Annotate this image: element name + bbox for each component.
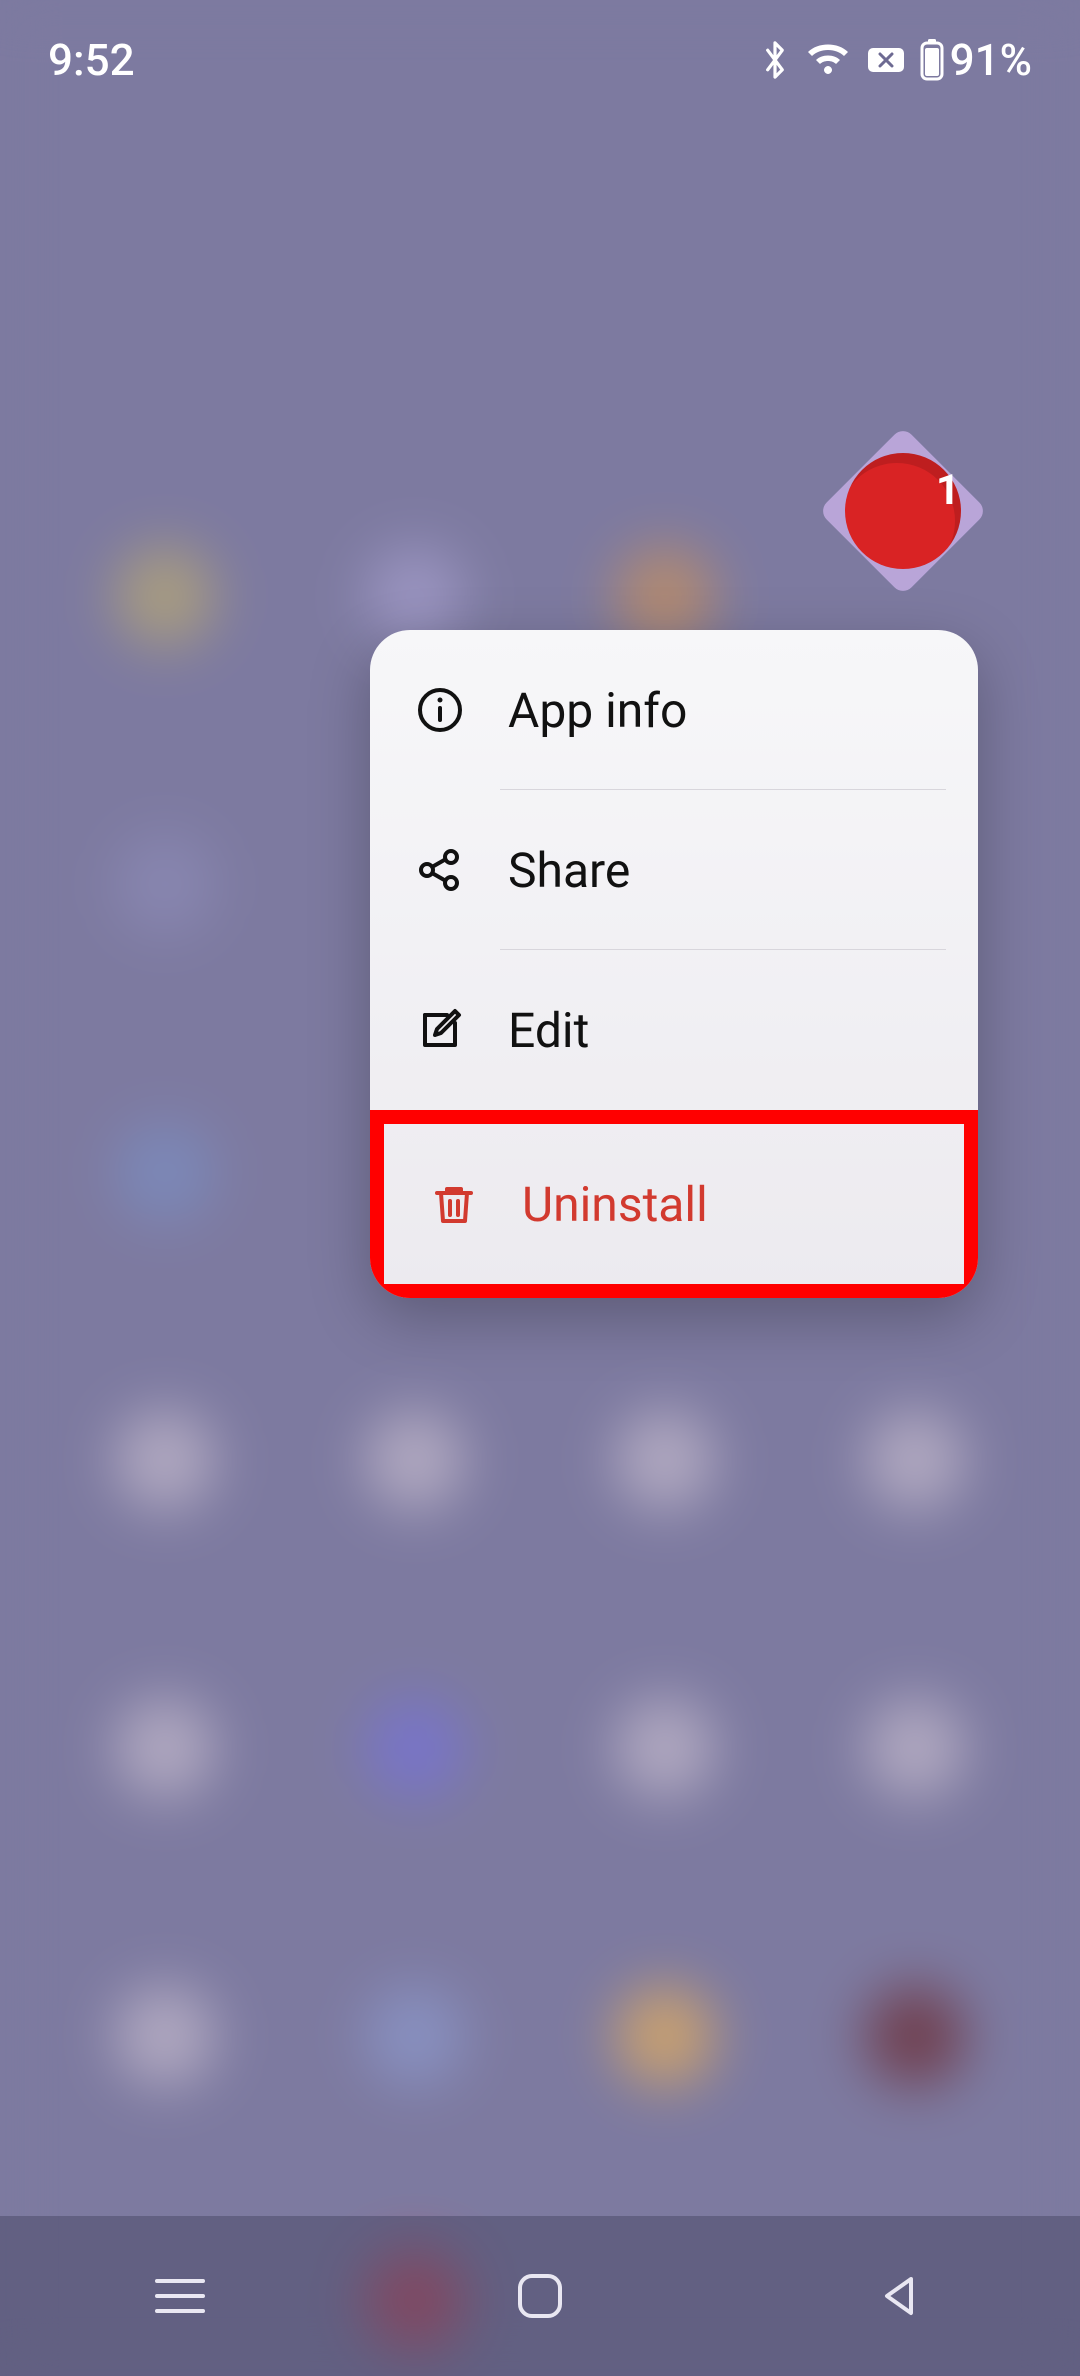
edit-icon bbox=[412, 1002, 468, 1058]
nav-back-button[interactable] bbox=[855, 2251, 945, 2341]
menu-label: Uninstall bbox=[522, 1176, 922, 1233]
menu-label: Edit bbox=[508, 1002, 936, 1059]
battery-indicator: 91% bbox=[920, 34, 1032, 86]
trash-icon bbox=[426, 1176, 482, 1232]
bluetooth-icon bbox=[760, 38, 790, 82]
menu-label: Share bbox=[508, 842, 936, 899]
menu-item-share[interactable]: Share bbox=[370, 790, 978, 950]
battery-percent: 91% bbox=[950, 34, 1032, 86]
nav-home-button[interactable] bbox=[495, 2251, 585, 2341]
menu-item-edit[interactable]: Edit bbox=[370, 950, 978, 1110]
menu-item-uninstall[interactable]: Uninstall bbox=[370, 1110, 978, 1298]
long-pressed-app-icon[interactable]: 1 bbox=[828, 436, 978, 586]
notification-badge: 1 bbox=[936, 466, 960, 515]
status-time: 9:52 bbox=[48, 34, 135, 86]
info-icon bbox=[412, 682, 468, 738]
menu-label: App info bbox=[508, 682, 936, 739]
wifi-icon bbox=[804, 40, 852, 80]
navigation-bar bbox=[0, 2216, 1080, 2376]
nav-recents-button[interactable] bbox=[135, 2251, 225, 2341]
status-bar: 9:52 91% bbox=[0, 0, 1080, 120]
status-icons: 91% bbox=[760, 34, 1032, 86]
menu-item-app-info[interactable]: App info bbox=[370, 630, 978, 790]
battery-icon bbox=[920, 39, 944, 81]
sim-error-icon bbox=[866, 44, 906, 76]
app-context-menu: App info Share Edit bbox=[370, 630, 978, 1298]
share-icon bbox=[412, 842, 468, 898]
